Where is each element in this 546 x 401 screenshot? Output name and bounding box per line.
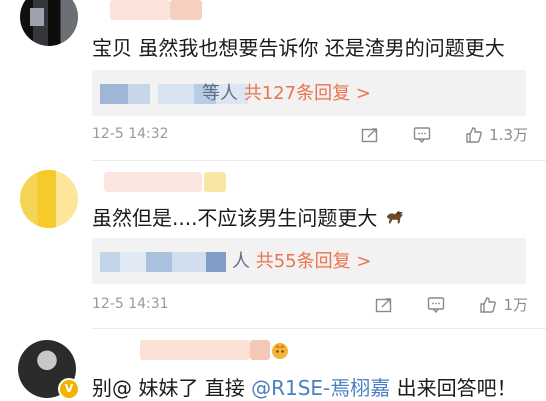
timestamp: 12-5 14:32 xyxy=(92,126,169,142)
reply-summary-box[interactable]: 人 共55条回复 > xyxy=(92,238,526,284)
username-blur[interactable] xyxy=(140,340,250,360)
thumbs-up-icon[interactable] xyxy=(479,296,497,314)
comment-text: 虽然但是....不应该男生问题更大 xyxy=(92,202,406,231)
action-bar: 1万 xyxy=(375,294,528,315)
divider xyxy=(92,160,546,161)
comment-text-part: 出来回答吧！ xyxy=(390,376,517,400)
repost-icon[interactable] xyxy=(375,296,393,314)
username-blur[interactable] xyxy=(104,172,202,192)
crown-emoji xyxy=(272,343,288,359)
comment-icon[interactable] xyxy=(413,126,431,144)
reply-summary-box[interactable]: 等人 共127条回复 > xyxy=(92,70,526,116)
like-button[interactable]: 1.3万 xyxy=(465,124,528,145)
mention-link[interactable]: @R1SE-焉栩嘉 xyxy=(251,376,390,400)
horse-emoji xyxy=(386,210,403,224)
like-count: 1.3万 xyxy=(489,126,528,144)
comment-text-part: 别@ 妹妹了 直接 xyxy=(92,376,252,400)
like-button[interactable]: 1万 xyxy=(479,294,528,315)
timestamp: 12-5 14:31 xyxy=(92,296,169,312)
divider xyxy=(92,328,546,329)
avatar[interactable] xyxy=(20,0,78,46)
comment-text-body: 虽然但是....不应该男生问题更大 xyxy=(92,206,378,230)
comment-text: 宝贝 虽然我也想要告诉你 还是渣男的问题更大 xyxy=(92,36,505,60)
thumbs-up-icon[interactable] xyxy=(465,126,483,144)
avatar[interactable] xyxy=(20,170,78,228)
reply-link[interactable]: 共127条回复 > xyxy=(244,83,371,104)
username-blur[interactable] xyxy=(204,172,226,192)
username-blur[interactable] xyxy=(170,0,202,20)
action-bar: 1.3万 xyxy=(361,124,528,145)
reply-link[interactable]: 共55条回复 > xyxy=(256,251,372,272)
reply-prefix: 人 xyxy=(232,251,250,272)
username-blur[interactable] xyxy=(250,340,270,360)
comment-icon[interactable] xyxy=(427,296,445,314)
reply-prefix: 等人 xyxy=(202,83,238,104)
like-count: 1万 xyxy=(503,296,528,314)
verified-badge: V xyxy=(58,378,80,400)
repost-icon[interactable] xyxy=(361,126,379,144)
username-blur[interactable] xyxy=(110,0,170,20)
comment-text: 别@ 妹妹了 直接 @R1SE-焉栩嘉 出来回答吧！ xyxy=(92,372,517,401)
